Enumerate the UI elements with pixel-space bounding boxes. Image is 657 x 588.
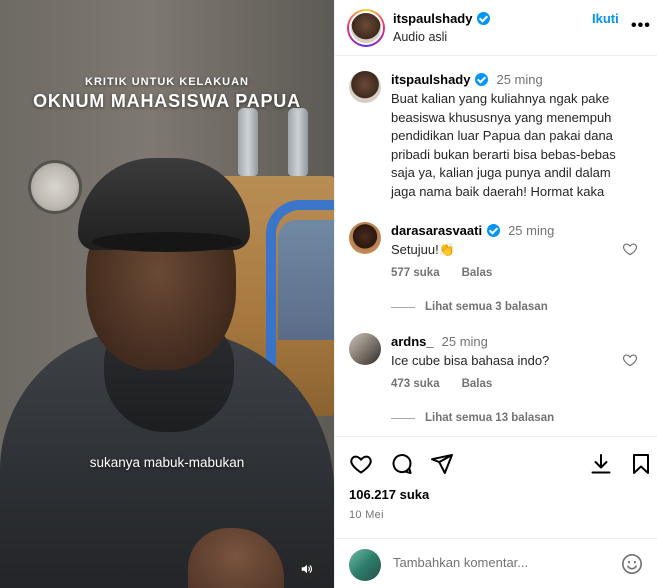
video-overlay-title: KRITIK UNTUK KELAKUAN OKNUM MAHASISWA PA… — [0, 76, 334, 112]
author-avatar[interactable] — [347, 9, 385, 47]
like-comment-heart-icon[interactable] — [622, 352, 638, 368]
caption-line: Buat kalian yang kuliahnya ngak pake — [391, 91, 610, 106]
comment-author-row: darasarasvaati 25 ming — [391, 223, 554, 238]
comment-time[interactable]: 25 ming — [442, 334, 488, 349]
caption-line: saja ya, kalian juga punya andil dalam — [391, 165, 611, 180]
bookmark-save-icon[interactable] — [629, 452, 653, 476]
post-header: itspaulshady Audio asli Ikuti ••• — [335, 0, 657, 56]
download-icon[interactable] — [589, 452, 613, 476]
share-send-icon[interactable] — [430, 452, 454, 476]
post-date[interactable]: 10 Mei — [349, 509, 384, 521]
comment-author-row: ardns_ 25 ming — [391, 334, 488, 349]
commenter-username[interactable]: ardns_ — [391, 334, 434, 349]
comments-list[interactable]: itspaulshady 25 ming Buat kalian yang ku… — [335, 57, 657, 435]
caption-author-username[interactable]: itspaulshady — [391, 72, 470, 87]
emoji-smiley-icon[interactable] — [621, 553, 643, 575]
bottle — [238, 108, 258, 176]
view-replies-label: Lihat semua 13 balasan — [425, 412, 555, 424]
author-username[interactable]: itspaulshady — [393, 11, 472, 26]
view-replies-button[interactable]: Lihat semua 13 balasan — [391, 412, 554, 424]
video-player[interactable]: KRITIK UNTUK KELAKUAN OKNUM MAHASISWA PA… — [0, 0, 334, 588]
verified-badge-icon — [475, 73, 489, 86]
comment-meta: 577 suka Balas — [391, 267, 492, 279]
comment-text: Setujuu!👏 — [391, 242, 455, 257]
caption-author-avatar[interactable] — [349, 71, 381, 103]
caption-line: pendidikan luar Papua dan pakai dana — [391, 128, 613, 143]
like-comment-heart-icon[interactable] — [622, 241, 638, 257]
caption-line: jaga nama baik daerah! Hormat kaka — [391, 183, 605, 199]
post-like-count[interactable]: 106.217 suka — [349, 487, 429, 502]
audio-label[interactable]: Audio asli — [393, 30, 447, 44]
commenter-avatar[interactable] — [349, 222, 381, 254]
verified-badge-icon — [487, 224, 501, 237]
bottle — [288, 108, 308, 176]
comment-time[interactable]: 25 ming — [508, 223, 554, 238]
add-comment-bar — [335, 538, 657, 588]
reply-button[interactable]: Balas — [462, 378, 493, 390]
caption-line: pribadi bukan berarti bisa bebas-bebas — [391, 146, 616, 162]
comment-bubble-icon[interactable] — [390, 452, 414, 476]
overlay-headline: OKNUM MAHASISWA PAPUA — [33, 91, 301, 111]
like-heart-icon[interactable] — [349, 452, 373, 476]
commenter-avatar[interactable] — [349, 333, 381, 365]
verified-badge-icon — [477, 12, 491, 25]
caption-line: beasiswa khususnya yang menempuh — [391, 109, 612, 125]
view-replies-label: Lihat semua 3 balasan — [425, 301, 548, 313]
comment-input[interactable] — [393, 555, 613, 570]
post-panel: itspaulshady Audio asli Ikuti ••• itspau… — [334, 0, 657, 588]
post-actions: 106.217 suka 10 Mei — [335, 436, 657, 532]
view-replies-button[interactable]: Lihat semua 3 balasan — [391, 301, 548, 313]
caption-author-row: itspaulshady 25 ming — [391, 72, 543, 87]
caption-text: Buat kalian yang kuliahnya ngak pake bea… — [391, 90, 653, 201]
overlay-subtitle: KRITIK UNTUK KELAKUAN — [85, 76, 249, 88]
commenter-username[interactable]: darasarasvaati — [391, 223, 482, 238]
current-user-avatar[interactable] — [349, 549, 381, 581]
comment-likes[interactable]: 577 suka — [391, 267, 440, 279]
comment-meta: 473 suka Balas — [391, 378, 492, 390]
author-username-row[interactable]: itspaulshady — [393, 11, 491, 26]
mute-button[interactable] — [294, 556, 320, 582]
person-cap-bill — [92, 232, 242, 252]
comment-text: Ice cube bisa bahasa indo? — [391, 353, 550, 368]
speaker-icon — [301, 564, 313, 574]
wall-clock — [28, 160, 82, 214]
caption-time[interactable]: 25 ming — [496, 72, 542, 87]
more-options-icon[interactable]: ••• — [631, 17, 651, 35]
video-caption: sukanya mabuk-mabukan — [89, 455, 245, 470]
reply-button[interactable]: Balas — [462, 267, 493, 279]
follow-button[interactable]: Ikuti — [592, 11, 619, 26]
comment-likes[interactable]: 473 suka — [391, 378, 440, 390]
